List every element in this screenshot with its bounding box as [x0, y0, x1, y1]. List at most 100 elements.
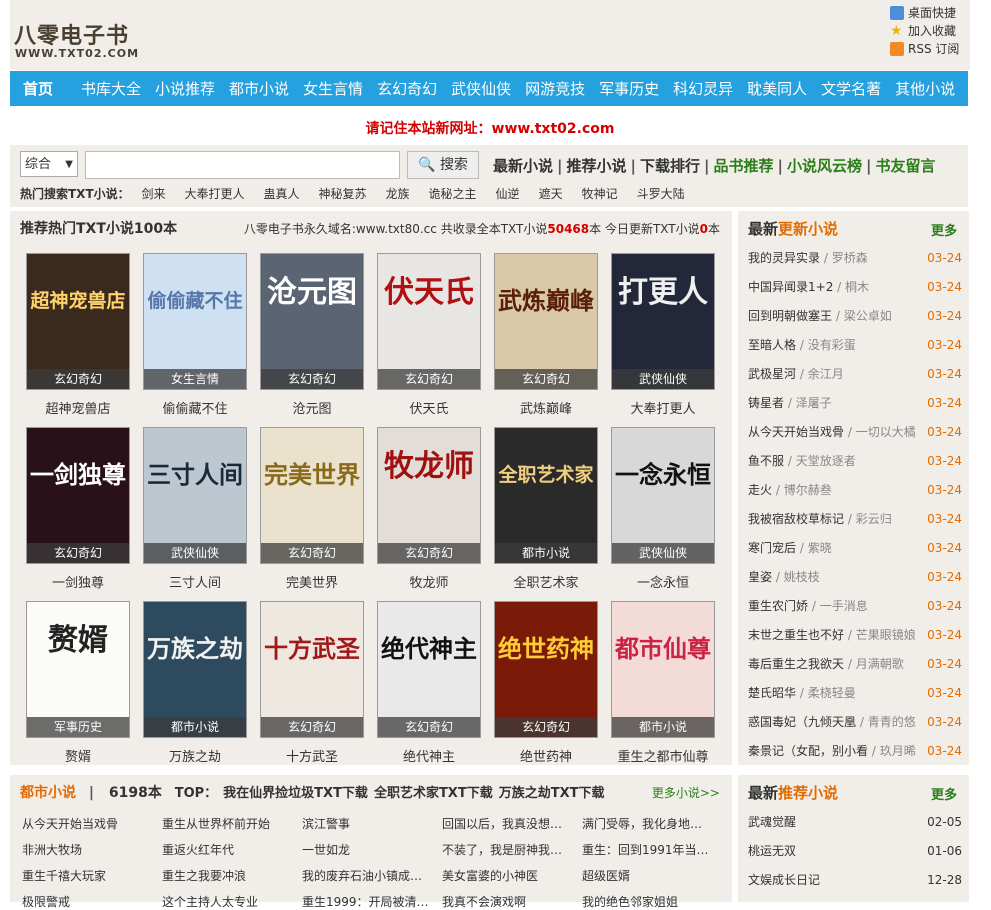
search-input[interactable]	[85, 151, 400, 179]
latest-item[interactable]: 铸星者 / 泽屠子 03-24	[748, 394, 962, 423]
search-type-select[interactable]: 综合 ▼	[20, 151, 78, 177]
latest-book-name[interactable]: 武极星河	[748, 367, 796, 381]
urban-book-link[interactable]: 回国以后，我真没想…	[442, 815, 574, 832]
recommend-book-name[interactable]: 武魂觉醒	[748, 815, 796, 829]
book-cover[interactable]: 一剑独尊 玄幻奇幻	[26, 427, 130, 564]
latest-book-name[interactable]: 中国异闻录1+2	[748, 280, 833, 294]
book-title[interactable]: 绝世药神	[494, 746, 598, 765]
latest-book-name[interactable]: 末世之重生也不好	[748, 628, 844, 642]
urban-title[interactable]: 都市小说	[20, 785, 76, 801]
hot-search-link[interactable]: 牧神记	[582, 187, 618, 201]
latest-item[interactable]: 武极星河 / 余江月 03-24	[748, 365, 962, 394]
book-cover[interactable]: 偷偷藏不住 女生言情	[143, 253, 247, 390]
book-title[interactable]: 偷偷藏不住	[143, 398, 247, 417]
book-cover[interactable]: 都市仙尊 都市小说	[611, 601, 715, 738]
book-title[interactable]: 伏天氏	[377, 398, 481, 417]
nav-item[interactable]: 玄幻奇幻	[370, 78, 444, 99]
latest-item[interactable]: 末世之重生也不好 / 芒果眼镜娘 03-24	[748, 626, 962, 655]
latest-author[interactable]: 余江月	[808, 367, 844, 381]
top-download-link[interactable]: 我在仙界捡垃圾TXT下载	[223, 786, 368, 801]
latest-author[interactable]: 彩云归	[856, 512, 892, 526]
book-cover[interactable]: 牧龙师 玄幻奇幻	[377, 427, 481, 564]
quick-link[interactable]: 推荐小说	[567, 157, 627, 175]
latest-item[interactable]: 中国异闻录1+2 / 桐木 03-24	[748, 278, 962, 307]
latest-item[interactable]: 皇姿 / 姚枝枝 03-24	[748, 568, 962, 597]
book-cover[interactable]: 沧元图 玄幻奇幻	[260, 253, 364, 390]
latest-book-name[interactable]: 鱼不服	[748, 454, 784, 468]
nav-item[interactable]: 小说推荐	[148, 78, 222, 99]
book-title[interactable]: 三寸人间	[143, 572, 247, 591]
recommend-item[interactable]: 武魂觉醒 02-05	[748, 813, 962, 842]
latest-item[interactable]: 我的灵异实录 / 罗桥森 03-24	[748, 249, 962, 278]
hot-search-link[interactable]: 斗罗大陆	[637, 187, 685, 201]
hot-search-link[interactable]: 龙族	[386, 187, 410, 201]
nav-item[interactable]: 书库大全	[74, 78, 148, 99]
latest-book-name[interactable]: 皇姿	[748, 570, 772, 584]
latest-item[interactable]: 从今天开始当戏骨 / 一切以大橘 03-24	[748, 423, 962, 452]
recommend-item[interactable]: 桃运无双 01-06	[748, 842, 962, 871]
latest-book-name[interactable]: 我被宿敌校草标记	[748, 512, 844, 526]
latest-item[interactable]: 秦景记（女配，别小看 / 玖月晞 03-24	[748, 742, 962, 771]
book-title[interactable]: 全职艺术家	[494, 572, 598, 591]
latest-item[interactable]: 回到明朝做塞王 / 梁公卓如 03-24	[748, 307, 962, 336]
book-cover[interactable]: 伏天氏 玄幻奇幻	[377, 253, 481, 390]
nav-item[interactable]: 其他小说	[888, 78, 962, 99]
latest-item[interactable]: 楚氏昭华 / 柔桡轻曼 03-24	[748, 684, 962, 713]
hot-search-link[interactable]: 剑来	[141, 187, 165, 201]
top-download-link[interactable]: 万族之劫TXT下载	[499, 786, 605, 801]
rss-link[interactable]: RSS 订阅	[890, 40, 966, 58]
book-title[interactable]: 沧元图	[260, 398, 364, 417]
hot-search-link[interactable]: 大奉打更人	[184, 187, 244, 201]
book-title[interactable]: 大奉打更人	[611, 398, 715, 417]
latest-author[interactable]: 泽屠子	[796, 396, 832, 410]
book-title[interactable]: 重生之都市仙尊	[611, 746, 715, 765]
latest-author[interactable]: 柔桡轻曼	[808, 686, 856, 700]
quick-link[interactable]: 品书推荐	[714, 157, 774, 175]
hot-search-link[interactable]: 诡秘之主	[429, 187, 477, 201]
latest-item[interactable]: 鱼不服 / 天堂放逐者 03-24	[748, 452, 962, 481]
latest-author[interactable]: 一切以大橘	[856, 425, 916, 439]
urban-book-link[interactable]: 非洲大牧场	[22, 841, 154, 858]
urban-book-link[interactable]: 重生之我要冲浪	[162, 867, 294, 884]
nav-item[interactable]: 女生言情	[296, 78, 370, 99]
nav-item[interactable]: 科幻灵异	[666, 78, 740, 99]
urban-book-link[interactable]: 滨江警事	[302, 815, 434, 832]
latest-author[interactable]: 一手消息	[820, 599, 868, 613]
recommend-book-name[interactable]: 文娱成长日记	[748, 873, 820, 887]
recommend-book-name[interactable]: 桃运无双	[748, 844, 796, 858]
book-cover[interactable]: 十方武圣 玄幻奇幻	[260, 601, 364, 738]
latest-item[interactable]: 至暗人格 / 没有彩蛋 03-24	[748, 336, 962, 365]
latest-author[interactable]: 罗桥森	[832, 251, 868, 265]
latest-recommend-more-link[interactable]: 更多	[931, 784, 957, 803]
book-cover[interactable]: 万族之劫 都市小说	[143, 601, 247, 738]
urban-book-link[interactable]: 超级医婿	[582, 867, 714, 884]
search-button[interactable]: 🔍 搜索	[407, 151, 479, 179]
latest-book-name[interactable]: 至暗人格	[748, 338, 796, 352]
book-title[interactable]: 万族之劫	[143, 746, 247, 765]
nav-item[interactable]: 耽美同人	[740, 78, 814, 99]
book-title[interactable]: 牧龙师	[377, 572, 481, 591]
book-cover[interactable]: 绝世药神 玄幻奇幻	[494, 601, 598, 738]
book-title[interactable]: 十方武圣	[260, 746, 364, 765]
latest-book-name[interactable]: 秦景记（女配，别小看	[748, 744, 868, 758]
latest-author[interactable]: 天堂放逐者	[796, 454, 856, 468]
latest-item[interactable]: 走火 / 博尔赫叁 03-24	[748, 481, 962, 510]
latest-more-link[interactable]: 更多	[931, 220, 957, 239]
book-cover[interactable]: 武炼巅峰 玄幻奇幻	[494, 253, 598, 390]
quick-link[interactable]: 小说风云榜	[787, 157, 862, 175]
urban-book-link[interactable]: 不装了，我是厨神我…	[442, 841, 574, 858]
latest-book-name[interactable]: 惑国毒妃（九倾天凰	[748, 715, 856, 729]
latest-item[interactable]: 毒后重生之我欲天 / 月满朝歌 03-24	[748, 655, 962, 684]
latest-book-name[interactable]: 铸星者	[748, 396, 784, 410]
book-title[interactable]: 武炼巅峰	[494, 398, 598, 417]
latest-book-name[interactable]: 回到明朝做塞王	[748, 309, 832, 323]
latest-book-name[interactable]: 楚氏昭华	[748, 686, 796, 700]
nav-item[interactable]: 军事历史	[592, 78, 666, 99]
book-cover[interactable]: 绝代神主 玄幻奇幻	[377, 601, 481, 738]
book-cover[interactable]: 赘婿 军事历史	[26, 601, 130, 738]
nav-item[interactable]: 文学名著	[814, 78, 888, 99]
latest-book-name[interactable]: 重生农门娇	[748, 599, 808, 613]
latest-item[interactable]: 重生农门娇 / 一手消息 03-24	[748, 597, 962, 626]
latest-author[interactable]: 博尔赫叁	[784, 483, 832, 497]
latest-book-name[interactable]: 毒后重生之我欲天	[748, 657, 844, 671]
